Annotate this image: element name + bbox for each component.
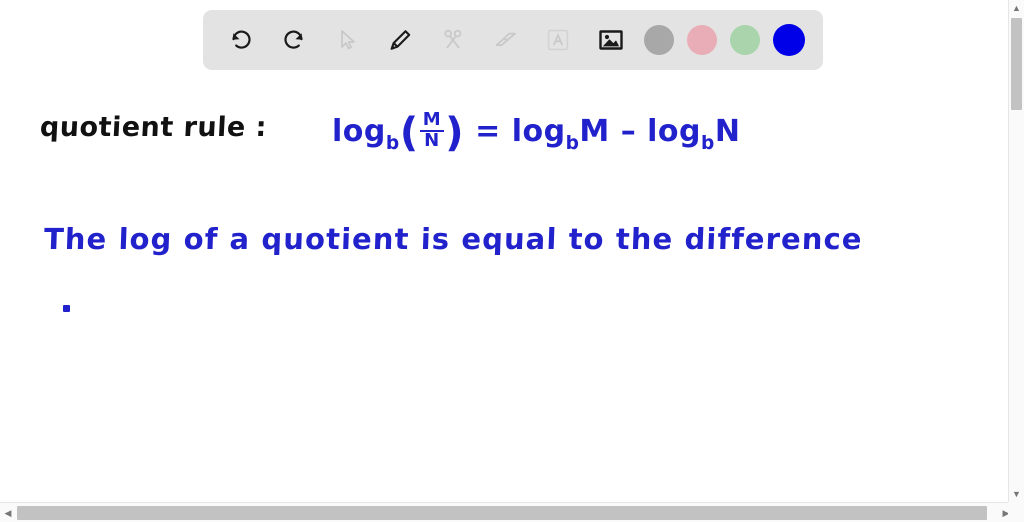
formula-close-paren: ): [445, 108, 465, 156]
scroll-down-arrow-icon[interactable]: ▼: [1009, 486, 1024, 502]
annotation-sentence: The log of a quotient is equal to the di…: [43, 222, 864, 256]
color-swatch-grey[interactable]: [644, 25, 675, 55]
color-swatch-blue[interactable]: [772, 24, 805, 56]
scroll-up-glyph: ▲: [1012, 2, 1021, 13]
cursor-icon[interactable]: [327, 20, 367, 60]
drawing-toolbar: [203, 10, 823, 70]
pencil-icon[interactable]: [380, 20, 420, 60]
formula-log-left: log: [332, 114, 386, 150]
horizontal-scrollbar[interactable]: ◀ ▶: [0, 502, 1024, 522]
text-icon[interactable]: [538, 20, 578, 60]
eraser-icon[interactable]: [486, 20, 526, 60]
formula-numerator: M: [422, 109, 442, 131]
annotation-heading: quotient rule :: [39, 112, 268, 143]
formula-denominator: N: [419, 129, 445, 150]
formula-operand-n: N: [714, 114, 741, 150]
scrollbar-corner: [1008, 502, 1024, 522]
drawing-canvas[interactable]: quotient rule : logb(M N) = logbM – logbN…: [0, 0, 1008, 502]
color-swatch-green[interactable]: [730, 25, 761, 55]
color-swatch-pink[interactable]: [687, 25, 718, 55]
redo-icon[interactable]: [274, 20, 314, 60]
formula-minus: –: [620, 114, 637, 150]
scroll-down-glyph: ▼: [1012, 488, 1021, 499]
annotation-formula: logb(M N) = logbM – logbN: [332, 108, 740, 156]
scissors-icon[interactable]: [433, 20, 473, 60]
vertical-scrollbar[interactable]: ▲ ▼: [1008, 0, 1024, 502]
annotation-stray-dot: [63, 305, 70, 312]
formula-log-mid: log: [511, 114, 566, 150]
scroll-left-arrow-icon[interactable]: ◀: [1, 505, 15, 521]
vertical-scroll-thumb[interactable]: [1011, 18, 1022, 110]
scroll-up-arrow-icon[interactable]: ▲: [1009, 0, 1024, 16]
undo-icon[interactable]: [221, 20, 261, 60]
formula-operand-m: M: [579, 114, 610, 150]
formula-base-mid: b: [565, 132, 580, 154]
formula-equals: =: [475, 114, 501, 150]
formula-base-right: b: [701, 132, 715, 154]
horizontal-scroll-thumb[interactable]: [17, 506, 987, 520]
formula-open-paren: (: [399, 108, 419, 156]
formula-base-left: b: [385, 132, 400, 154]
formula-fraction: MN: [419, 109, 445, 150]
scroll-left-glyph: ◀: [4, 507, 12, 518]
formula-log-right: log: [647, 114, 702, 150]
image-icon[interactable]: [591, 20, 631, 60]
